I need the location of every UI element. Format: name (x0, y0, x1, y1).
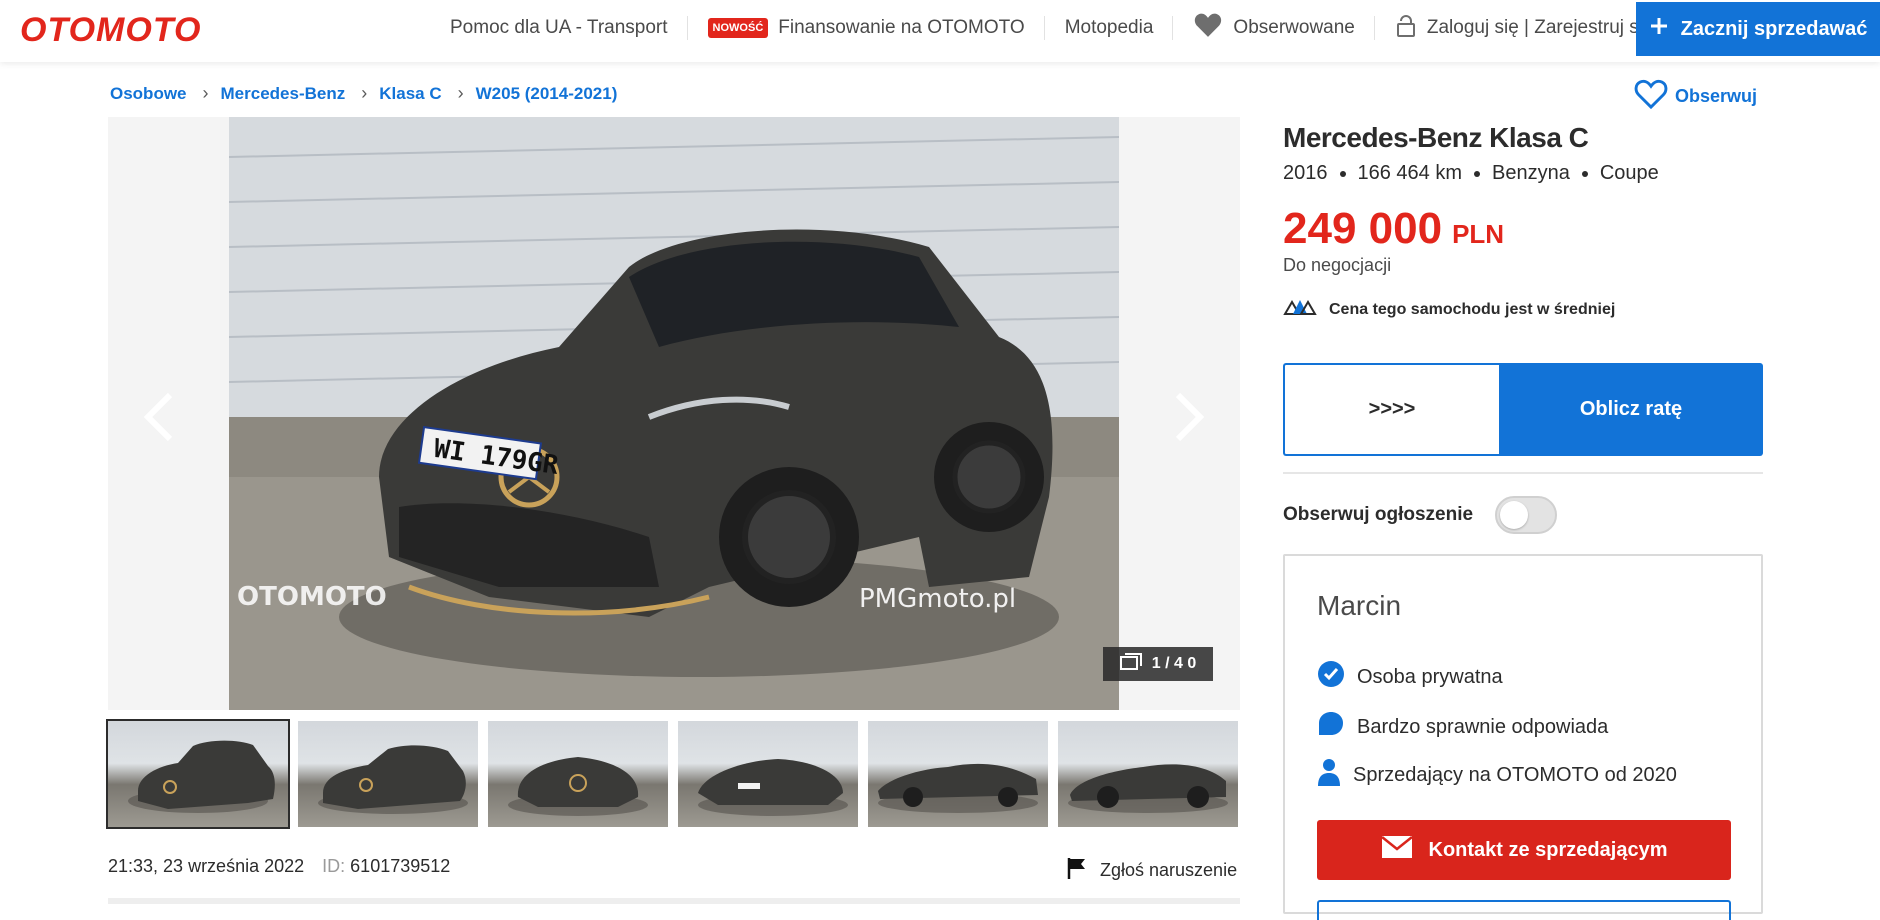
thumbnail-strip (106, 719, 1238, 829)
thumbnail[interactable] (1058, 721, 1238, 827)
calculate-installment-button[interactable]: Oblicz ratę (1499, 363, 1763, 456)
price-value: 249 000 (1283, 204, 1443, 253)
seller-since-row: Sprzedający na OTOMOTO od 2020 (1317, 758, 1677, 792)
counter-text: 1 / 4 0 (1151, 655, 1197, 672)
chat-bubble-icon (1317, 710, 1345, 744)
section-divider (1283, 472, 1763, 474)
chevron-right-icon (1175, 392, 1205, 442)
observe-button[interactable]: Obserwuj (1633, 78, 1757, 115)
nav-label: Motopedia (1064, 17, 1154, 38)
watermark-left: OTOMOTO (237, 582, 387, 612)
price: 249 000 PLN (1283, 204, 1504, 254)
nav-item-motopedia[interactable]: Motopedia (1045, 0, 1174, 56)
thumbnail[interactable] (678, 721, 858, 827)
seller-type-row: Osoba prywatna (1317, 660, 1503, 694)
outline-action-button[interactable]: >>>> (1283, 363, 1499, 456)
report-violation-link[interactable]: Zgłoś naruszenie (1066, 856, 1237, 885)
user-icon (1395, 13, 1417, 43)
contact-label: Kontakt ze sprzedającym (1428, 838, 1668, 861)
thumbnail[interactable] (106, 719, 290, 829)
spec-mileage: 166 464 km (1357, 162, 1463, 184)
nav-label: Zaloguj się | Zarejestruj się (1426, 17, 1654, 38)
thumbnail[interactable] (868, 721, 1048, 827)
thumbnail[interactable] (488, 721, 668, 827)
bullet-dot (1581, 170, 1588, 177)
chevron-right-icon: › (361, 83, 368, 103)
breadcrumb-item[interactable]: Klasa C (379, 84, 441, 104)
price-currency: PLN (1452, 219, 1505, 249)
breadcrumb-item[interactable]: Osobowe (110, 84, 187, 104)
plus-icon (1649, 16, 1669, 42)
follow-toggle[interactable] (1495, 496, 1558, 534)
finance-actions: >>>> Oblicz ratę (1283, 363, 1763, 456)
envelope-icon (1380, 835, 1413, 865)
nav-item-financing[interactable]: NOWOŚĆ Finansowanie na OTOMOTO (688, 0, 1045, 56)
prev-photo-button[interactable] (128, 377, 188, 457)
listing-specs: 2016 166 464 km Benzyna Coupe (1283, 162, 1659, 185)
next-photo-button[interactable] (1160, 377, 1220, 457)
breadcrumb-item[interactable]: Mercedes-Benz (221, 84, 346, 104)
seller-type: Osoba prywatna (1357, 665, 1503, 688)
follow-label: Obserwuj ogłoszenie (1283, 504, 1474, 525)
nav-item-observed[interactable]: Obserwowane (1173, 0, 1376, 56)
seller-response: Bardzo sprawnie odpowiada (1357, 715, 1609, 738)
seller-response-row: Bardzo sprawnie odpowiada (1317, 710, 1608, 744)
nav-item-login[interactable]: Zaloguj się | Zarejestruj się (1375, 0, 1674, 56)
watermark-right: PMGmoto.pl (859, 584, 1016, 614)
toggle-knob (1500, 501, 1529, 529)
negotiable-label: Do negocjacji (1283, 255, 1392, 275)
contact-seller-button[interactable]: Kontakt ze sprzedającym (1317, 820, 1731, 880)
heart-icon (1193, 12, 1223, 44)
nav-label: Finansowanie na OTOMOTO (778, 17, 1025, 38)
car-photo-illustration: WI 179GR OTOMOTO PMGmoto.pl (229, 117, 1119, 710)
nav-item-ua-transport[interactable]: Pomoc dla UA - Transport (430, 0, 688, 56)
seller-since: Sprzedający na OTOMOTO od 2020 (1353, 763, 1677, 786)
cta-label: Zacznij sprzedawać (1680, 17, 1868, 40)
listing-datetime: 21:33, 23 września 2022 (108, 856, 305, 876)
listing-title: Mercedes-Benz Klasa C (1283, 122, 1589, 153)
verified-check-icon (1317, 660, 1345, 694)
thumbnail[interactable] (298, 721, 478, 827)
chevron-left-icon (143, 392, 173, 442)
start-selling-button[interactable]: Zacznij sprzedawać (1636, 2, 1880, 56)
price-evaluation-text: Cena tego samochodu jest w średniej (1329, 300, 1616, 318)
person-icon (1317, 758, 1341, 792)
chevron-right-icon: › (457, 83, 464, 103)
nav-label: Pomoc dla UA - Transport (450, 17, 668, 38)
bullet-dot (1339, 170, 1346, 177)
otomoto-logo[interactable]: OTOMOTO (20, 10, 201, 50)
gallery-icon (1119, 652, 1142, 676)
seller-name: Marcin (1317, 590, 1402, 621)
listing-id-value: 6101739512 (350, 856, 451, 876)
photo-gallery: WI 179GR OTOMOTO PMGmoto.pl 1 / 4 0 (108, 117, 1240, 710)
seller-card: Marcin Osoba prywatna Bardzo sprawnie od… (1283, 554, 1763, 920)
main-photo[interactable]: WI 179GR OTOMOTO PMGmoto.pl (229, 117, 1119, 710)
observe-label: Obserwuj (1675, 86, 1758, 106)
report-label: Zgłoś naruszenie (1100, 860, 1238, 880)
secondary-contact-button[interactable] (1317, 900, 1731, 920)
section-divider (108, 898, 1240, 904)
nav-label: Obserwowane (1233, 17, 1355, 38)
bullet-dot (1474, 170, 1481, 177)
listing-meta: 21:33, 23 września 2022 ID: 6101739512 (108, 856, 450, 877)
spec-year: 2016 (1283, 162, 1328, 184)
top-header: OTOMOTO Pomoc dla UA - Transport NOWOŚĆ … (0, 0, 1880, 62)
listing-id-label: ID: (322, 856, 346, 876)
flag-icon (1066, 856, 1088, 885)
spec-fuel: Benzyna (1492, 162, 1570, 184)
follow-listing-row: Obserwuj ogłoszenie (1283, 496, 1763, 534)
photo-counter: 1 / 4 0 (1103, 647, 1213, 681)
logo-text: OTOMOTO (20, 10, 202, 49)
spec-body: Coupe (1599, 162, 1659, 184)
price-gauge-icon (1283, 298, 1317, 321)
heart-outline-icon (1633, 78, 1669, 115)
chevron-right-icon: › (202, 83, 209, 103)
breadcrumb-item[interactable]: W205 (2014-2021) (476, 84, 618, 104)
price-evaluation[interactable]: Cena tego samochodu jest w średniej (1283, 298, 1615, 321)
new-badge: NOWOŚĆ (707, 18, 769, 38)
top-nav: Pomoc dla UA - Transport NOWOŚĆ Finansow… (430, 0, 1674, 56)
breadcrumb: Osobowe › Mercedes-Benz › Klasa C › W205… (110, 83, 617, 104)
